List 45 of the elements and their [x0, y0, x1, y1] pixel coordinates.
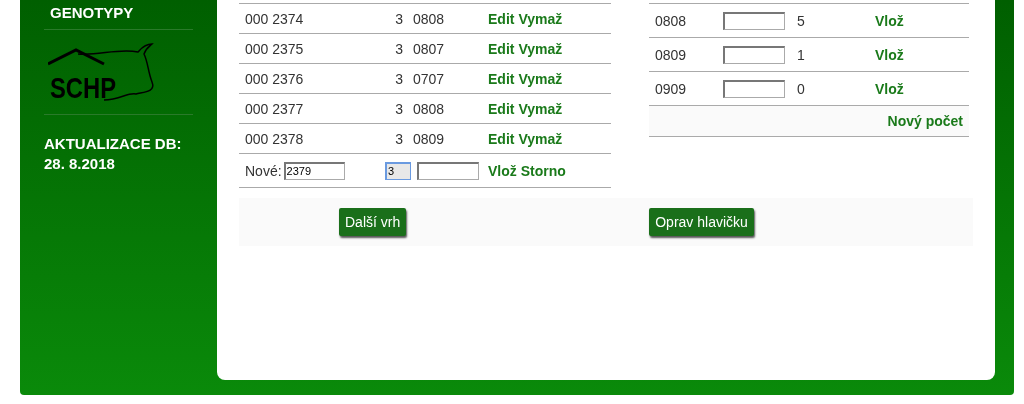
fix-header-button[interactable]: Oprav hlavičku	[649, 208, 754, 236]
table-cell-text: 3	[394, 100, 404, 117]
table-cell-text: 0707	[413, 70, 446, 87]
table-cell-text: 3	[394, 70, 404, 87]
table-cell-text: 000 2375	[245, 40, 305, 57]
table-cell-text: 0808	[413, 100, 446, 117]
action-link[interactable]: Vlož	[488, 162, 517, 179]
new-label: Nové:	[245, 162, 282, 179]
table-cell-text: 000 2378	[245, 130, 305, 147]
new-count-link[interactable]: Nový počet	[887, 113, 963, 129]
action-link[interactable]: Vymaž	[518, 130, 563, 147]
update-date: AKTUALIZACE DB: 28. 8.2018	[44, 134, 183, 174]
table-cell-text: 0807	[413, 40, 446, 57]
logo: SCHP	[48, 42, 160, 104]
insert-link[interactable]: Vlož	[875, 12, 904, 29]
action-link[interactable]: Edit	[488, 100, 515, 117]
action-link[interactable]: Storno	[520, 162, 566, 179]
table-cell-text: 1	[797, 46, 806, 63]
table-cell-text: 3	[394, 40, 404, 57]
action-link[interactable]: Edit	[488, 130, 515, 147]
table-cell-text: 0809	[413, 130, 446, 147]
sidebar-title: GENOTYPY	[49, 3, 135, 23]
action-link[interactable]: Vymaž	[518, 100, 563, 117]
action-link[interactable]: Vymaž	[518, 40, 563, 57]
table-cell-text: 0809	[655, 46, 688, 63]
table-cell-text: 000 2374	[245, 10, 305, 27]
table-cell-text: 3	[394, 10, 404, 27]
insert-link[interactable]: Vlož	[875, 46, 904, 63]
table-cell-text: 0808	[413, 10, 446, 27]
table-cell-text: 5	[797, 12, 806, 29]
table-cell-text: 0	[797, 80, 806, 97]
action-link[interactable]: Edit	[488, 70, 515, 87]
action-link[interactable]: Edit	[488, 10, 515, 27]
action-link[interactable]: Edit	[488, 40, 515, 57]
table-cell-text: 0909	[655, 80, 688, 97]
number-field[interactable]: 2379	[283, 161, 345, 180]
count-field[interactable]: 3	[385, 161, 411, 180]
table-cell-text: 000 2377	[245, 100, 305, 117]
insert-link[interactable]: Vlož	[875, 80, 904, 97]
action-link[interactable]: Vymaž	[518, 10, 563, 27]
table-cell-text: 0808	[655, 12, 688, 29]
action-link[interactable]: Vymaž	[518, 70, 563, 87]
table-cell-text: 000 2376	[245, 70, 305, 87]
table-cell-text: 3	[394, 130, 404, 147]
next-litter-button[interactable]: Další vrh	[339, 208, 407, 236]
